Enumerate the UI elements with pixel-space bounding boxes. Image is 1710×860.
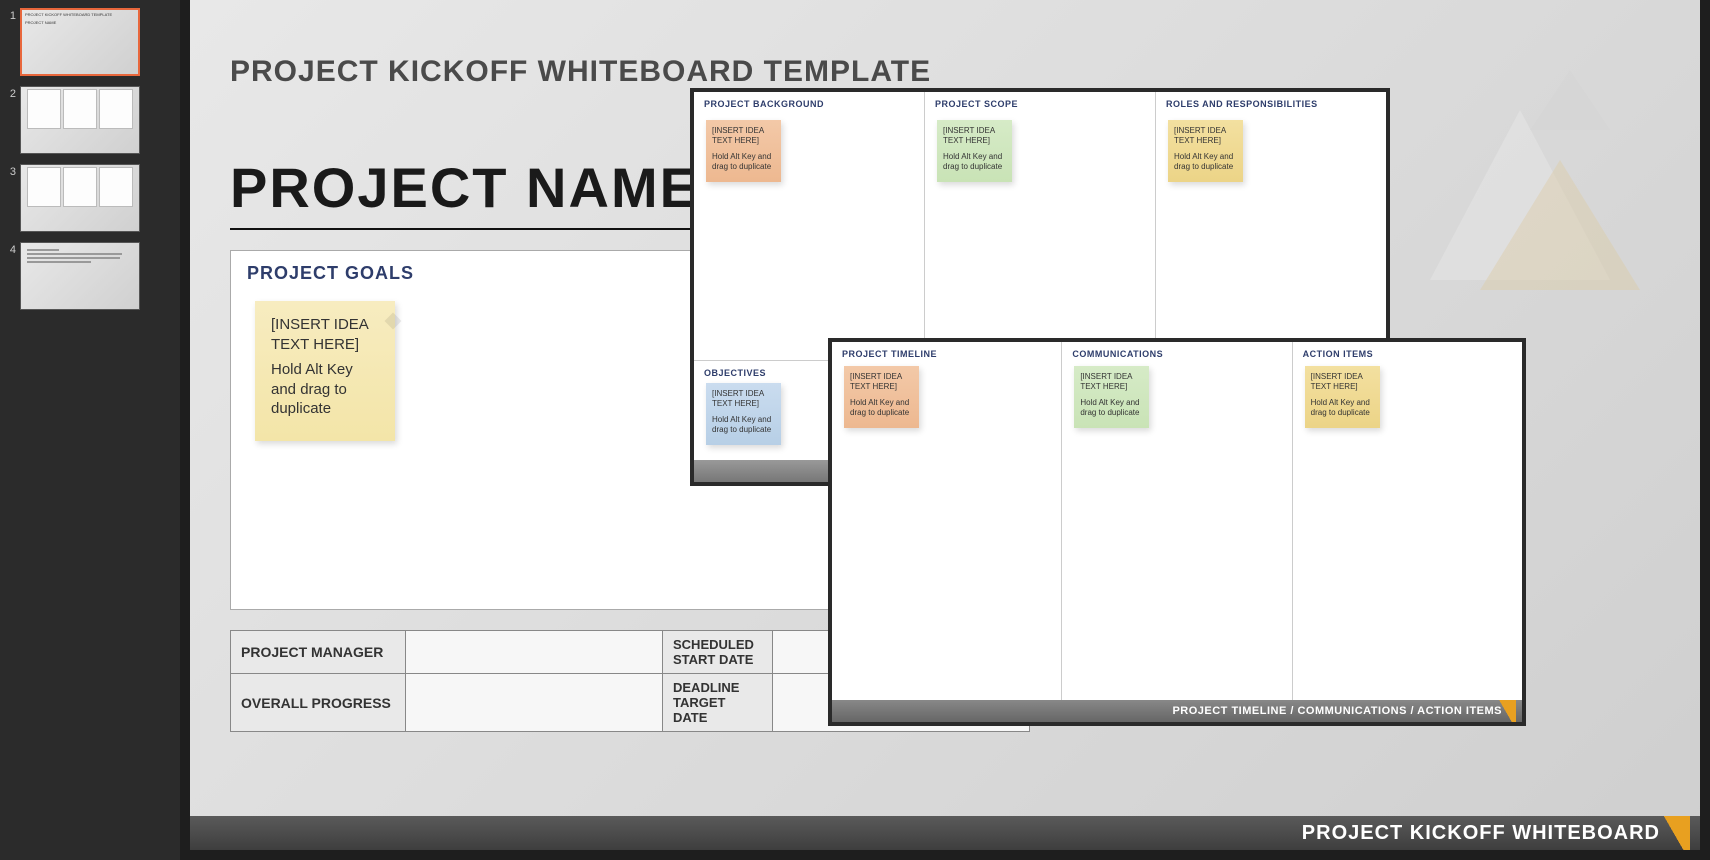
sticky-note[interactable]: [INSERT IDEA TEXT HERE] Hold Alt Key and… [844,366,919,428]
sticky-note-goals[interactable]: [INSERT IDEA TEXT HERE] Hold Alt Key and… [255,301,395,441]
roles-responsibilities-col[interactable]: ROLES AND RESPONSIBILITIES [INSERT IDEA … [1156,92,1386,360]
thumbnail-4[interactable]: 4 [4,242,176,310]
slide-canvas[interactable]: PROJECT KICKOFF WHITEBOARD TEMPLATE PROJ… [190,0,1700,850]
sticky-note[interactable]: [INSERT IDEA TEXT HERE] Hold Alt Key and… [706,120,781,182]
thumbnail-3[interactable]: 3 [4,164,176,232]
thumb-preview[interactable] [20,242,140,310]
col-header: PROJECT SCOPE [925,92,1155,113]
thumb-number: 2 [4,86,16,100]
sticky-note[interactable]: [INSERT IDEA TEXT HERE] Hold Alt Key and… [937,120,1012,182]
project-name[interactable]: PROJECT NAME [230,155,699,220]
sticky-note[interactable]: [INSERT IDEA TEXT HERE] Hold Alt Key and… [1168,120,1243,182]
pm-label: PROJECT MANAGER [231,631,406,674]
timeline-comms-panel[interactable]: PROJECT TIMELINE [INSERT IDEA TEXT HERE]… [828,338,1526,726]
start-date-label: SCHEDULED START DATE [663,631,773,674]
progress-label: OVERALL PROGRESS [231,674,406,732]
sticky-note[interactable]: [INSERT IDEA TEXT HERE] Hold Alt Key and… [706,383,781,445]
communications-col[interactable]: COMMUNICATIONS [INSERT IDEA TEXT HERE] H… [1062,342,1292,700]
sticky-idea-text: [INSERT IDEA TEXT HERE] [271,315,379,354]
thumb-preview[interactable]: PROJECT KICKOFF WHITEBOARD TEMPLATEPROJE… [20,8,140,76]
col-header: PROJECT BACKGROUND [694,92,924,113]
main-area: PROJECT KICKOFF WHITEBOARD TEMPLATE PROJ… [180,0,1710,860]
project-scope-col[interactable]: PROJECT SCOPE [INSERT IDEA TEXT HERE] Ho… [925,92,1156,360]
slide-footer-bar: PROJECT KICKOFF WHITEBOARD [190,816,1700,850]
objectives-col[interactable]: OBJECTIVES [INSERT IDEA TEXT HERE] Hold … [694,361,834,460]
deadline-label: DEADLINE TARGET DATE [663,674,773,732]
decorative-triangles [1370,30,1670,330]
thumb-number: 4 [4,242,16,256]
project-timeline-col[interactable]: PROJECT TIMELINE [INSERT IDEA TEXT HERE]… [832,342,1062,700]
thumb-preview[interactable] [20,86,140,154]
thumb-number: 3 [4,164,16,178]
sticky-note[interactable]: [INSERT IDEA TEXT HERE] Hold Alt Key and… [1074,366,1149,428]
sticky-note[interactable]: [INSERT IDEA TEXT HERE] Hold Alt Key and… [1305,366,1380,428]
thumb-preview[interactable] [20,164,140,232]
project-background-col[interactable]: PROJECT BACKGROUND [INSERT IDEA TEXT HER… [694,92,925,360]
sticky-hint-text: Hold Alt Key and drag to duplicate [271,360,379,419]
template-title: PROJECT KICKOFF WHITEBOARD TEMPLATE [230,55,931,89]
pm-value[interactable] [406,631,663,674]
thumbnail-panel: 1 PROJECT KICKOFF WHITEBOARD TEMPLATEPRO… [0,0,180,860]
thumbnail-2[interactable]: 2 [4,86,176,154]
col-header: ROLES AND RESPONSIBILITIES [1156,92,1386,113]
col-header: ACTION ITEMS [1293,342,1522,363]
action-items-col[interactable]: ACTION ITEMS [INSERT IDEA TEXT HERE] Hol… [1293,342,1522,700]
progress-value[interactable] [406,674,663,732]
col-header: COMMUNICATIONS [1062,342,1291,363]
col-header: OBJECTIVES [694,361,833,382]
col-header: PROJECT TIMELINE [832,342,1061,363]
thumb-number: 1 [4,8,16,22]
footer-text: PROJECT KICKOFF WHITEBOARD [1302,822,1660,845]
thumbnail-1[interactable]: 1 PROJECT KICKOFF WHITEBOARD TEMPLATEPRO… [4,8,176,76]
right-panel-footer: PROJECT TIMELINE / COMMUNICATIONS / ACTI… [832,700,1522,722]
